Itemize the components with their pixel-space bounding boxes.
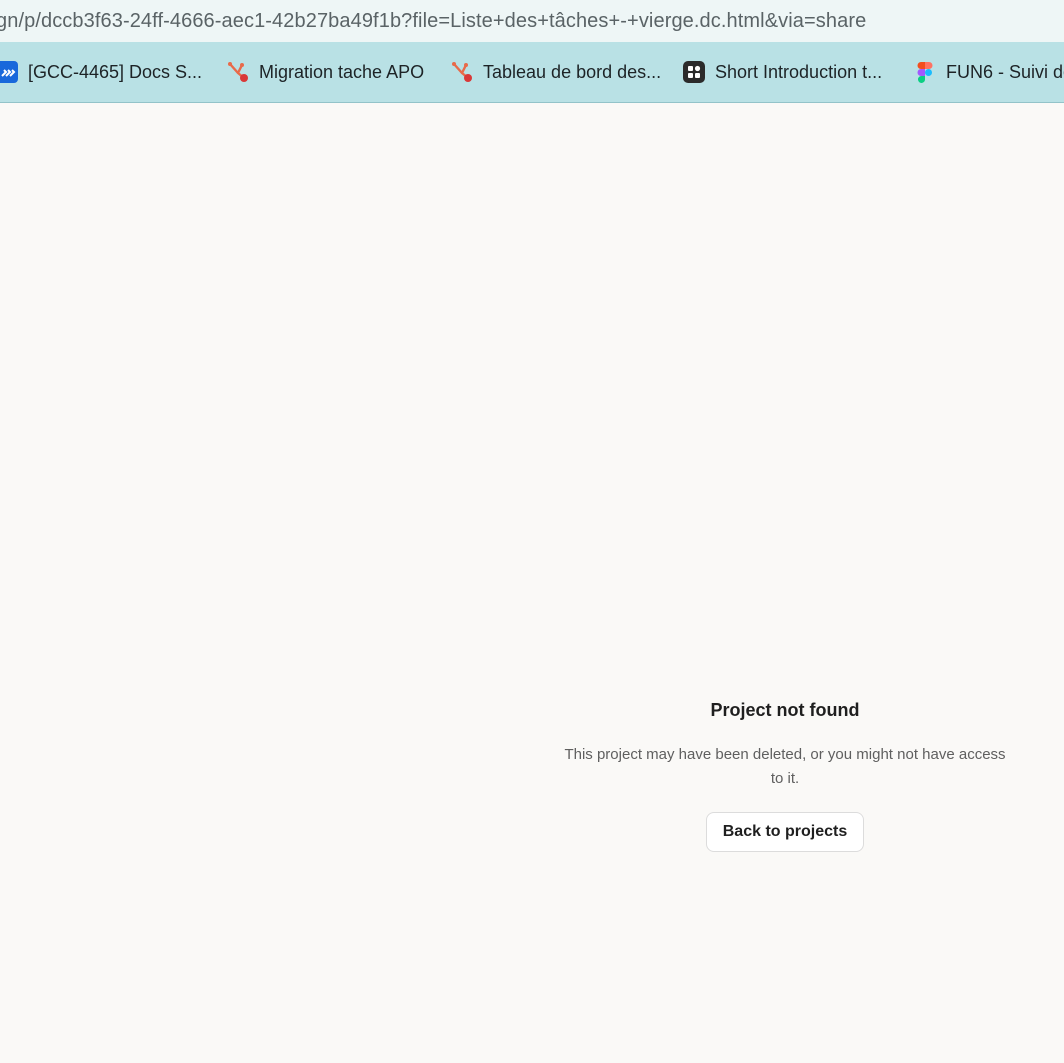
hubspot-icon bbox=[227, 61, 249, 83]
bookmark-label: [GCC-4465] Docs S... bbox=[28, 61, 203, 82]
url-text[interactable]: gn/p/dccb3f63-24ff-4666-aec1-42b27ba49f1… bbox=[0, 10, 866, 33]
figma-icon bbox=[914, 61, 936, 83]
back-to-projects-button[interactable]: Back to projects bbox=[705, 812, 865, 852]
bookmark-migration-tache-apo[interactable]: Migration tache APO bbox=[227, 42, 424, 102]
bookmark-tableau-de-bord[interactable]: Tableau de bord des... bbox=[451, 42, 661, 102]
app-grid-icon bbox=[683, 61, 705, 83]
hubspot-icon bbox=[451, 61, 473, 83]
bookmark-fun6-suivi[interactable]: FUN6 - Suivi de bbox=[914, 42, 1064, 102]
bookmark-label: Tableau de bord des... bbox=[483, 61, 662, 82]
not-found-description: This project may have been deleted, or y… bbox=[564, 746, 1006, 787]
bookmark-label: Short Introduction t... bbox=[715, 61, 883, 82]
bookmark-short-introduction[interactable]: Short Introduction t... bbox=[683, 42, 882, 102]
bookmarks-bar: [GCC-4465] Docs S... Migration tache APO… bbox=[0, 42, 1064, 103]
jira-icon bbox=[0, 61, 18, 83]
bookmark-gcc-4465[interactable]: [GCC-4465] Docs S... bbox=[0, 42, 202, 102]
address-bar[interactable]: gn/p/dccb3f63-24ff-4666-aec1-42b27ba49f1… bbox=[0, 0, 1064, 42]
bookmark-label: FUN6 - Suivi de bbox=[946, 61, 1064, 82]
not-found-panel: Project not found This project may have … bbox=[560, 700, 1010, 852]
page-title: Project not found bbox=[710, 700, 860, 720]
bookmark-label: Migration tache APO bbox=[259, 61, 425, 82]
page-content: Project not found This project may have … bbox=[0, 103, 1064, 1063]
